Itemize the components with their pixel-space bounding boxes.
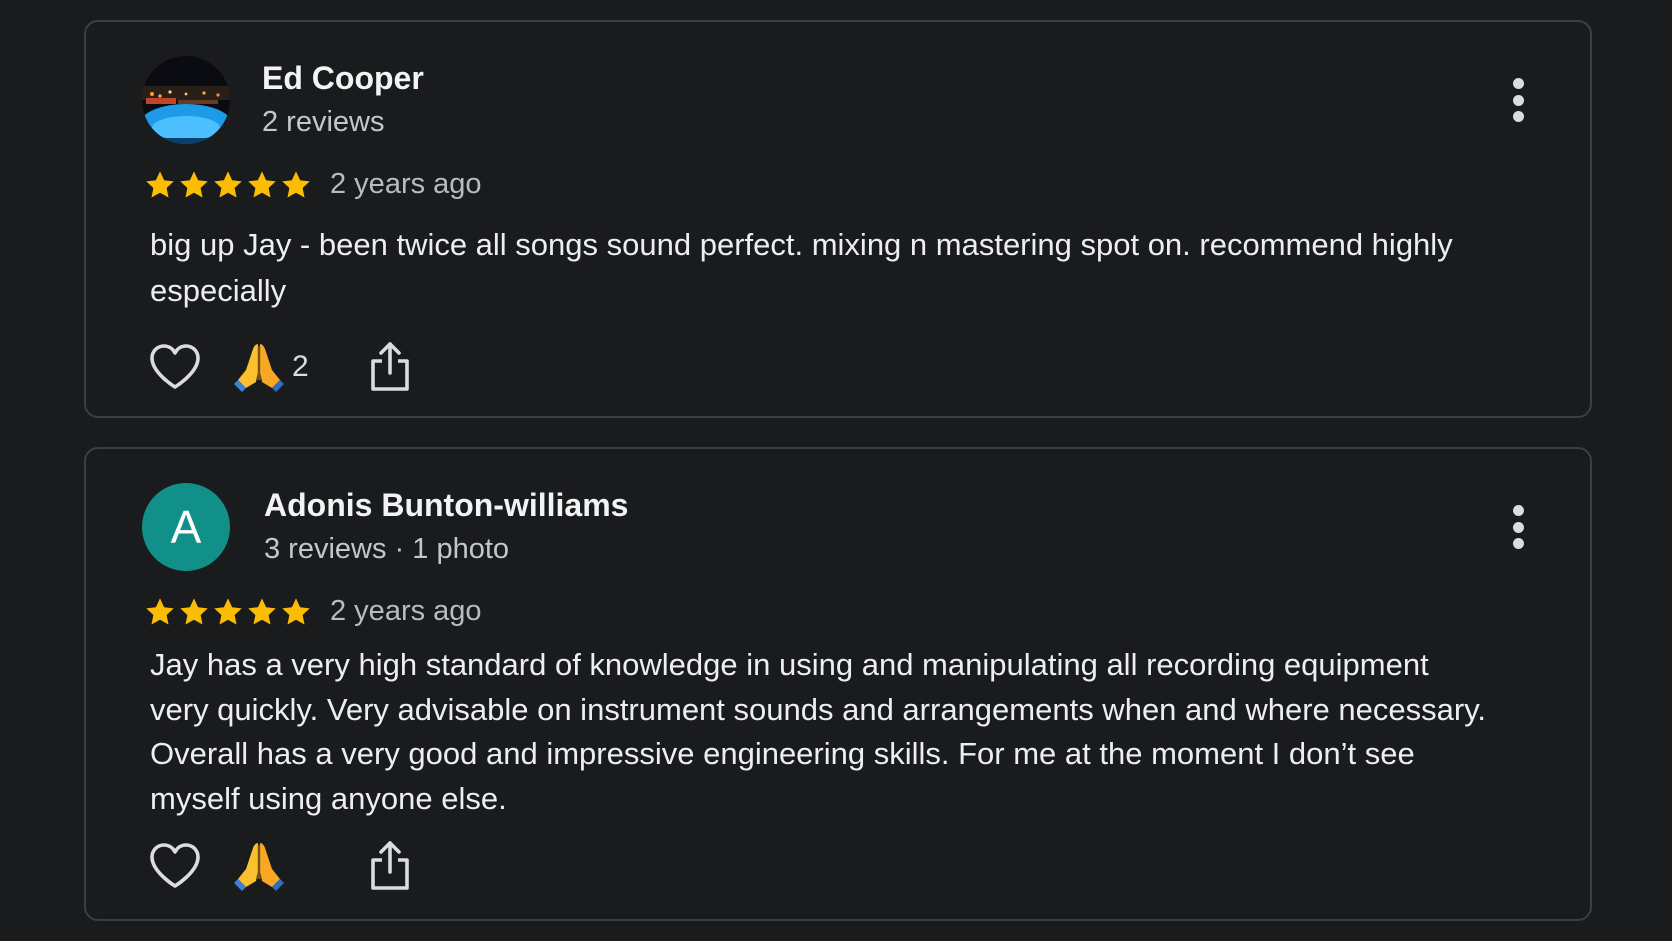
reviewer-meta: 3 reviews · 1 photo bbox=[264, 533, 510, 565]
avatar-photo-icon bbox=[142, 56, 230, 144]
rating-row: 2 years ago bbox=[144, 168, 482, 201]
star-icon bbox=[282, 597, 310, 624]
star-icon bbox=[282, 170, 310, 197]
share-icon bbox=[371, 841, 409, 890]
folded-hands-icon bbox=[234, 843, 284, 891]
review-actions: 2 bbox=[148, 340, 412, 394]
folded-hands-icon bbox=[234, 344, 284, 392]
review-card: Ed Cooper 2 reviews 2 years ago big up J… bbox=[84, 20, 1592, 418]
avatar[interactable]: A bbox=[142, 483, 230, 571]
star-icon bbox=[180, 170, 208, 197]
reaction-button[interactable]: 2 bbox=[232, 340, 368, 394]
rating-row: 2 years ago bbox=[144, 595, 482, 628]
more-vert-icon bbox=[1512, 505, 1524, 516]
star-icon bbox=[248, 170, 276, 197]
star-icon bbox=[214, 170, 242, 197]
review-text: big up Jay - been twice all songs sound … bbox=[150, 227, 1453, 308]
star-rating bbox=[144, 169, 312, 201]
star-icon bbox=[146, 597, 174, 624]
star-rating bbox=[144, 596, 312, 628]
heart-icon bbox=[150, 344, 200, 389]
share-button[interactable] bbox=[368, 840, 412, 892]
share-button[interactable] bbox=[368, 341, 412, 393]
star-icon bbox=[248, 597, 276, 624]
like-button[interactable] bbox=[148, 841, 202, 891]
heart-icon bbox=[150, 843, 200, 888]
reaction-count: 2 bbox=[292, 350, 309, 383]
review-actions bbox=[148, 839, 412, 893]
like-button[interactable] bbox=[148, 342, 202, 392]
more-options-button[interactable] bbox=[1508, 76, 1528, 124]
review-card: A Adonis Bunton-williams 3 reviews · 1 p… bbox=[84, 447, 1592, 921]
reviews-page: Ed Cooper 2 reviews 2 years ago big up J… bbox=[0, 0, 1672, 941]
star-icon bbox=[146, 170, 174, 197]
reaction-button[interactable] bbox=[232, 839, 368, 893]
more-options-button[interactable] bbox=[1508, 503, 1528, 551]
share-icon bbox=[371, 342, 409, 391]
reviewer-name[interactable]: Adonis Bunton-williams bbox=[264, 487, 628, 524]
more-vert-icon bbox=[1512, 78, 1524, 89]
star-icon bbox=[180, 597, 208, 624]
star-icon bbox=[214, 597, 242, 624]
avatar[interactable] bbox=[142, 56, 230, 144]
avatar-letter: A bbox=[170, 501, 202, 553]
reviewer-name[interactable]: Ed Cooper bbox=[262, 60, 424, 97]
review-text: Jay has a very high standard of knowledg… bbox=[150, 647, 1487, 816]
review-time: 2 years ago bbox=[330, 595, 482, 627]
review-time: 2 years ago bbox=[330, 168, 482, 200]
reviewer-meta: 2 reviews bbox=[262, 106, 385, 138]
